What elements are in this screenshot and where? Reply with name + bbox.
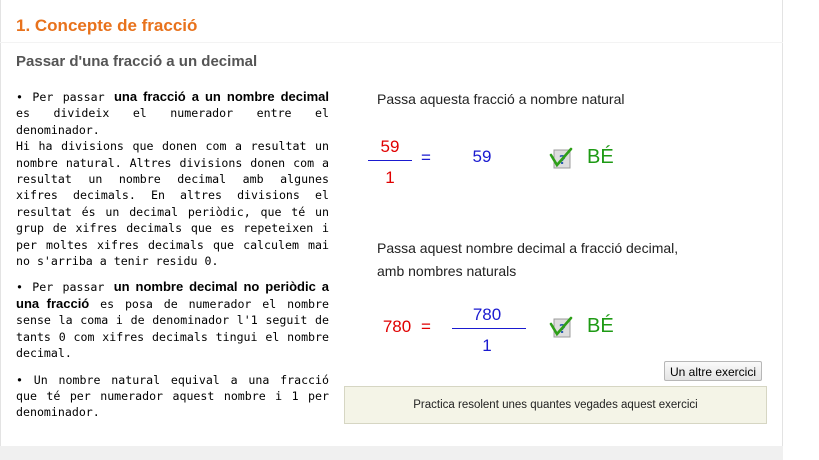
explanation-text: • Per passar una fracció a un nombre dec…: [16, 89, 329, 431]
exercise1-prompt: Passa aquesta fracció a nombre natural: [377, 91, 625, 107]
exercise2-equals: =: [421, 317, 431, 336]
exercise2-decimal-value: 780: [382, 317, 412, 336]
explanation-paragraph-3: • Un nombre natural equival a una fracci…: [16, 372, 329, 421]
exercise1-answer-input[interactable]: 59: [462, 147, 502, 167]
check-icon[interactable]: ?: [549, 316, 573, 340]
exercise2-prompt-line2: amb nombres naturals: [377, 263, 517, 279]
exercise2-fraction-bar: [452, 328, 526, 329]
bottom-strip: [0, 446, 783, 460]
p1-bold: una fracció a un nombre decimal: [113, 89, 329, 104]
explanation-paragraph-1: • Per passar una fracció a un nombre dec…: [16, 89, 329, 269]
check-icon[interactable]: ?: [549, 147, 573, 171]
p2-lead: • Per passar: [16, 280, 114, 295]
page-subtitle: Passar d'una fracció a un decimal: [16, 53, 258, 70]
exercise1-denominator: 1: [385, 168, 395, 187]
exercise1-fraction-bar: [368, 160, 412, 161]
section-title: 1. Concepte de fracció: [16, 16, 198, 35]
explanation-paragraph-2: • Per passar un nombre decimal no periòd…: [16, 279, 329, 361]
exercise2-denominator-input[interactable]: 1: [458, 336, 516, 356]
practice-note: Practica resolent unes quantes vegades a…: [344, 386, 767, 424]
exercise2-prompt-line1: Passa aquest nombre decimal a fracció de…: [377, 240, 679, 256]
title-divider: [0, 42, 783, 43]
exercise1-feedback: BÉ: [587, 146, 614, 168]
exercise1-equals: =: [421, 148, 431, 167]
p1-lead: • Per passar: [16, 90, 114, 104]
exercise2-numerator-input[interactable]: 780: [458, 305, 516, 325]
p1-rest: es divideix el numerador entre el denomi…: [16, 106, 329, 137]
p1-more: Hi ha divisions que donen com a resultat…: [16, 139, 329, 269]
another-exercise-button[interactable]: Un altre exercici: [664, 361, 762, 381]
exercise1-numerator: 59: [380, 137, 400, 156]
exercise2-feedback: BÉ: [587, 315, 614, 337]
p3-text: • Un nombre natural equival a una fracci…: [16, 372, 329, 420]
